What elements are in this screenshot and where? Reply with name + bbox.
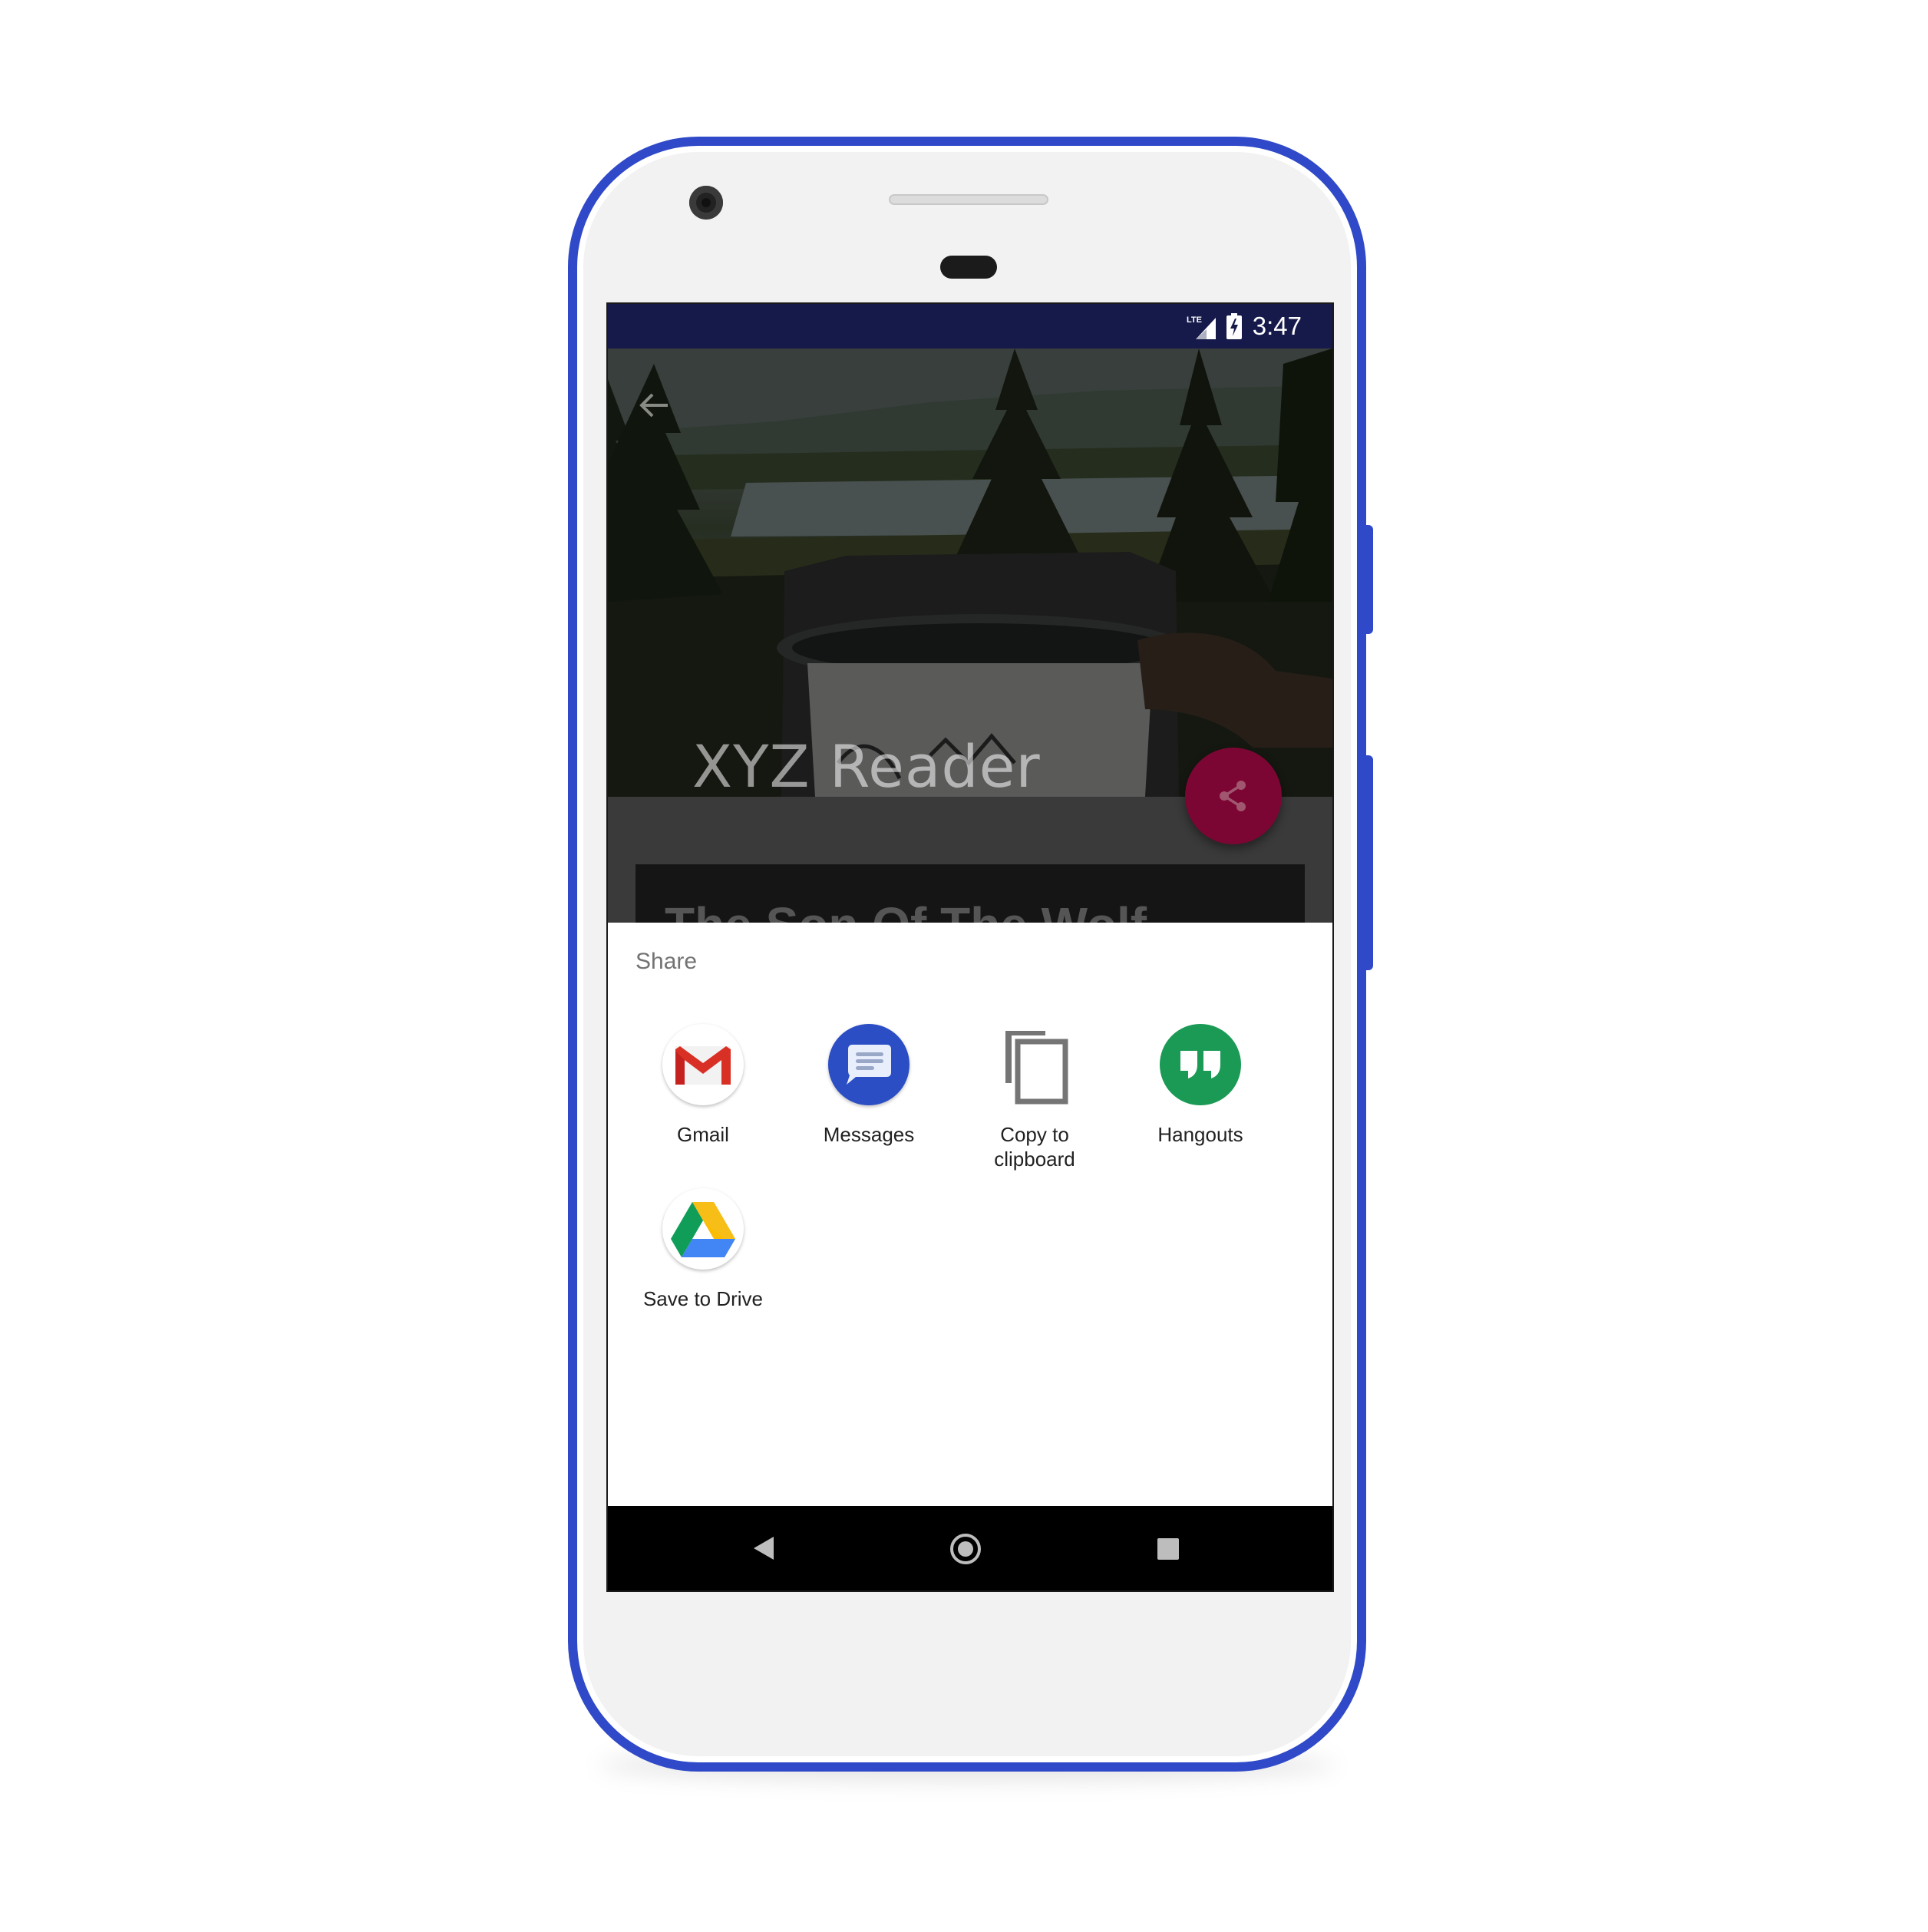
messages-icon bbox=[828, 1024, 910, 1105]
share-sheet: Share Gmail Messages Copy to clipboard H… bbox=[608, 923, 1332, 1506]
hero-image: XYZ Reader bbox=[608, 348, 1332, 801]
nav-back-icon[interactable] bbox=[752, 1535, 775, 1561]
power-button bbox=[1366, 525, 1373, 634]
share-fab[interactable] bbox=[1185, 748, 1282, 844]
app-title: XYZ Reader bbox=[692, 732, 1041, 801]
share-target-save-to-drive[interactable]: Save to Drive bbox=[620, 1188, 786, 1311]
speaker-grill bbox=[889, 194, 1048, 205]
earpiece bbox=[940, 256, 997, 279]
share-target-hangouts[interactable]: Hangouts bbox=[1118, 1024, 1283, 1147]
share-target-label: Save to Drive bbox=[642, 1287, 764, 1310]
hangouts-icon bbox=[1160, 1024, 1241, 1105]
drive-icon bbox=[662, 1188, 744, 1270]
svg-text:LTE: LTE bbox=[1187, 315, 1202, 325]
gmail-icon bbox=[662, 1024, 744, 1105]
share-target-label: Hangouts bbox=[1157, 1123, 1243, 1146]
share-target-copy-to-clipboard[interactable]: Copy to clipboard bbox=[952, 1024, 1118, 1171]
arrow-back-icon[interactable] bbox=[637, 388, 671, 422]
share-target-label: Messages bbox=[823, 1123, 915, 1146]
nav-recents-icon[interactable] bbox=[1157, 1538, 1179, 1560]
phone-screen: LTE 3:47 XYZ Reader Share Gmail Messages… bbox=[606, 302, 1334, 1592]
volume-button bbox=[1366, 755, 1373, 970]
battery-charging-icon bbox=[1226, 313, 1242, 339]
scrim bbox=[608, 348, 1332, 797]
status-time: 3:47 bbox=[1252, 312, 1302, 340]
share-target-gmail[interactable]: Gmail bbox=[620, 1024, 786, 1147]
status-bar: LTE 3:47 bbox=[608, 304, 1332, 348]
navigation-bar bbox=[608, 1506, 1332, 1590]
front-camera bbox=[689, 186, 723, 220]
copy-icon bbox=[994, 1024, 1075, 1105]
lte-signal-icon: LTE bbox=[1187, 315, 1216, 339]
nav-home-icon[interactable] bbox=[950, 1534, 981, 1564]
share-sheet-title: Share bbox=[636, 949, 698, 974]
share-target-label: Gmail bbox=[677, 1123, 729, 1146]
share-icon bbox=[1220, 781, 1246, 811]
share-target-messages[interactable]: Messages bbox=[786, 1024, 952, 1147]
share-target-label: Copy to clipboard bbox=[994, 1123, 1075, 1171]
